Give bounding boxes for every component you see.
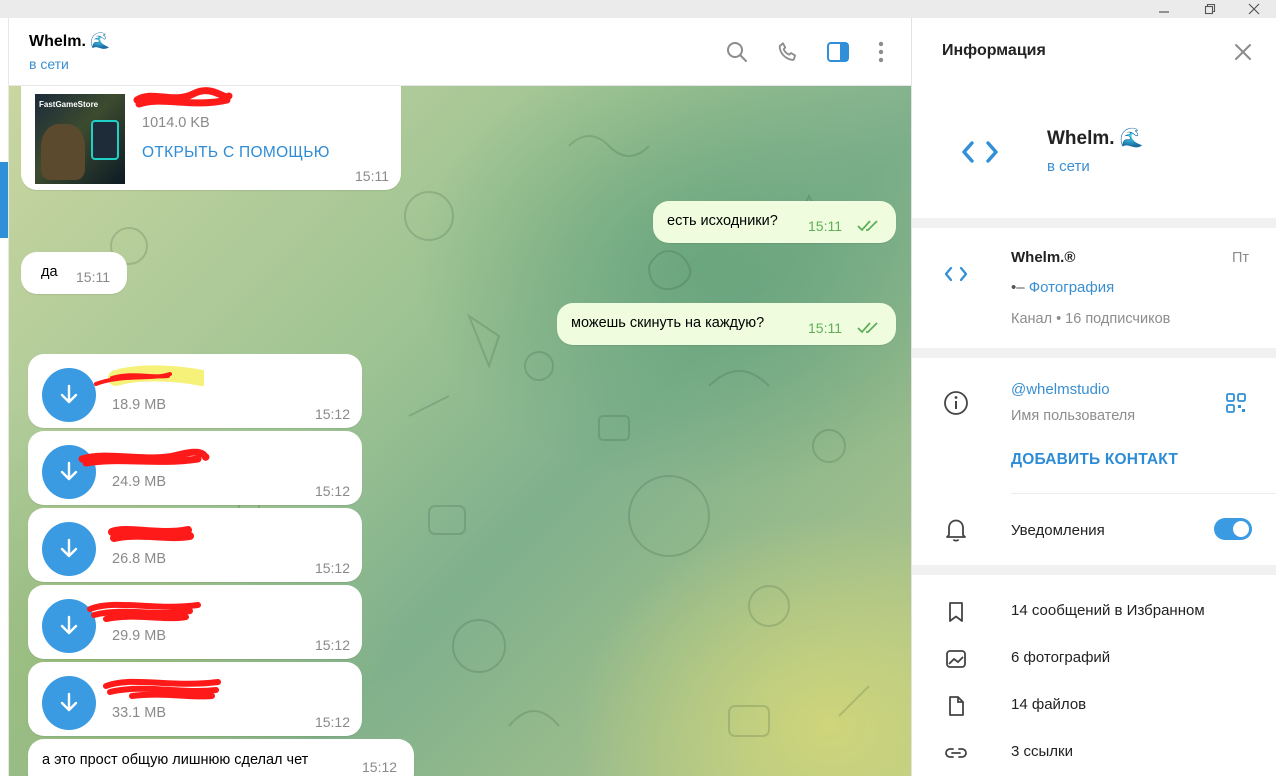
download-icon[interactable] <box>42 522 96 576</box>
username-row[interactable]: @whelmstudio Имя пользователя <box>912 358 1276 438</box>
message-time: 15:11 <box>808 320 842 336</box>
outgoing-message[interactable]: есть исходники? 15:11 <box>653 201 896 243</box>
message-time: 15:12 <box>314 406 350 422</box>
message-time: 15:12 <box>314 714 350 730</box>
photos-row[interactable]: 6 фотографий <box>912 638 1276 678</box>
info-panel-title: Информация <box>942 42 1046 59</box>
open-with-button[interactable]: ОТКРЫТЬ С ПОМОЩЬЮ <box>142 144 330 162</box>
channel-last-post: •– Фотография <box>1011 279 1114 296</box>
incoming-message[interactable]: а это прост общую лишнюю сделал чет 15:1… <box>28 739 414 776</box>
files-row[interactable]: 14 файлов <box>912 685 1276 725</box>
message-time: 15:12 <box>314 560 350 576</box>
message-time: 15:11 <box>76 269 110 285</box>
phone-icon[interactable] <box>774 38 802 66</box>
channel-day: Пт <box>1232 250 1250 266</box>
left-panel-edge <box>0 18 9 776</box>
file-message[interactable]: 29.9 MB 15:12 <box>28 585 362 659</box>
file-message[interactable]: 18.9 MB 15:12 <box>28 354 362 428</box>
search-icon[interactable] <box>723 38 751 66</box>
info-panel: Информация Whelm. 🌊 в сети Whelm.® Пт •–… <box>911 18 1276 776</box>
chat-title[interactable]: Whelm. 🌊 <box>29 31 110 51</box>
info-icon <box>942 389 970 417</box>
close-icon[interactable] <box>1229 38 1257 66</box>
file-message-with-thumbnail[interactable]: FastGameStore 1014.0 KB ОТКРЫТЬ С ПОМОЩЬ… <box>21 86 401 190</box>
download-icon[interactable] <box>42 368 96 422</box>
file-size: 24.9 MB <box>112 474 166 490</box>
photo-icon <box>942 645 970 673</box>
redacted-file-name <box>103 678 221 700</box>
bell-icon <box>942 516 970 544</box>
photos-label: 6 фотографий <box>1011 649 1111 666</box>
qr-code-icon[interactable] <box>1222 389 1250 417</box>
outgoing-message[interactable]: можешь скинуть на каждую? 15:11 <box>557 303 896 345</box>
file-size: 26.8 MB <box>112 551 166 567</box>
profile-status: в сети <box>1047 158 1090 175</box>
links-row[interactable]: 3 ссылки <box>912 732 1276 772</box>
file-message[interactable]: 33.1 MB 15:12 <box>28 662 362 736</box>
download-icon[interactable] <box>42 676 96 730</box>
redacted-file-name <box>87 601 201 622</box>
file-thumbnail[interactable]: FastGameStore <box>35 94 125 184</box>
redacted-file-name <box>78 448 210 467</box>
bookmark-icon <box>942 598 970 626</box>
message-text: есть исходники? <box>667 213 778 229</box>
sidebar-toggle-icon[interactable] <box>824 38 852 66</box>
window-title-bar <box>0 0 1276 18</box>
file-size: 33.1 MB <box>112 705 166 721</box>
profile-avatar[interactable] <box>958 132 1002 172</box>
restore-icon[interactable] <box>1188 0 1232 18</box>
file-size: 29.9 MB <box>112 628 166 644</box>
last-post-type: Фотография <box>1028 279 1115 296</box>
redacted-file-name <box>133 87 233 108</box>
message-time: 15:12 <box>362 759 398 775</box>
links-label: 3 ссылки <box>1011 743 1073 760</box>
section-divider <box>912 348 1276 358</box>
message-time: 15:11 <box>808 218 842 234</box>
selected-chat-marker <box>0 162 8 238</box>
section-divider <box>912 565 1276 575</box>
file-size: 1014.0 KB <box>142 115 210 131</box>
message-text: а это прост общую лишнюю сделал чет <box>42 752 309 768</box>
channel-name: Whelm.® <box>1011 249 1076 266</box>
add-contact-button[interactable]: ДОБАВИТЬ КОНТАКТ <box>1011 451 1178 469</box>
last-post-prefix: •– <box>1011 279 1025 296</box>
notifications-label: Уведомления <box>1011 522 1105 539</box>
files-label: 14 файлов <box>1011 696 1087 713</box>
message-text: можешь скинуть на каждую? <box>571 315 765 331</box>
channel-meta: Канал • 16 подписчиков <box>1011 311 1171 327</box>
file-message[interactable]: 26.8 MB 15:12 <box>28 508 362 582</box>
message-time: 15:12 <box>314 483 350 499</box>
row-divider <box>1011 493 1276 494</box>
section-divider <box>912 218 1276 228</box>
chat-header: Whelm. 🌊 в сети <box>9 18 911 86</box>
file-icon <box>942 692 970 720</box>
message-time: 15:11 <box>355 168 389 184</box>
file-size: 18.9 MB <box>112 397 166 413</box>
read-checkmark-icon <box>857 322 878 334</box>
username-value[interactable]: @whelmstudio <box>1011 381 1110 398</box>
linked-channel[interactable]: Whelm.® Пт •– Фотография Канал • 16 подп… <box>912 228 1276 348</box>
profile-name: Whelm. 🌊 <box>1047 128 1144 149</box>
chat-status: в сети <box>29 56 69 72</box>
redacted-file-name <box>108 526 194 542</box>
message-time: 15:12 <box>314 637 350 653</box>
saved-messages-row[interactable]: 14 сообщений в Избранном <box>912 591 1276 631</box>
redacted-file-name <box>94 365 204 386</box>
file-message[interactable]: 24.9 MB 15:12 <box>28 431 362 505</box>
saved-messages-label: 14 сообщений в Избранном <box>1011 602 1205 619</box>
more-vertical-icon[interactable] <box>867 38 895 66</box>
chat-messages-area[interactable]: FastGameStore 1014.0 KB ОТКРЫТЬ С ПОМОЩЬ… <box>9 86 911 776</box>
username-label: Имя пользователя <box>1011 408 1136 424</box>
link-icon <box>942 739 970 767</box>
incoming-message[interactable]: да 15:11 <box>21 252 127 294</box>
thumbnail-label: FastGameStore <box>39 100 99 109</box>
read-checkmark-icon <box>857 220 878 232</box>
notifications-toggle[interactable] <box>1214 518 1252 540</box>
minimize-icon[interactable] <box>1142 0 1186 18</box>
channel-avatar <box>942 260 970 288</box>
close-icon[interactable] <box>1232 0 1276 18</box>
message-text: да <box>41 264 58 280</box>
